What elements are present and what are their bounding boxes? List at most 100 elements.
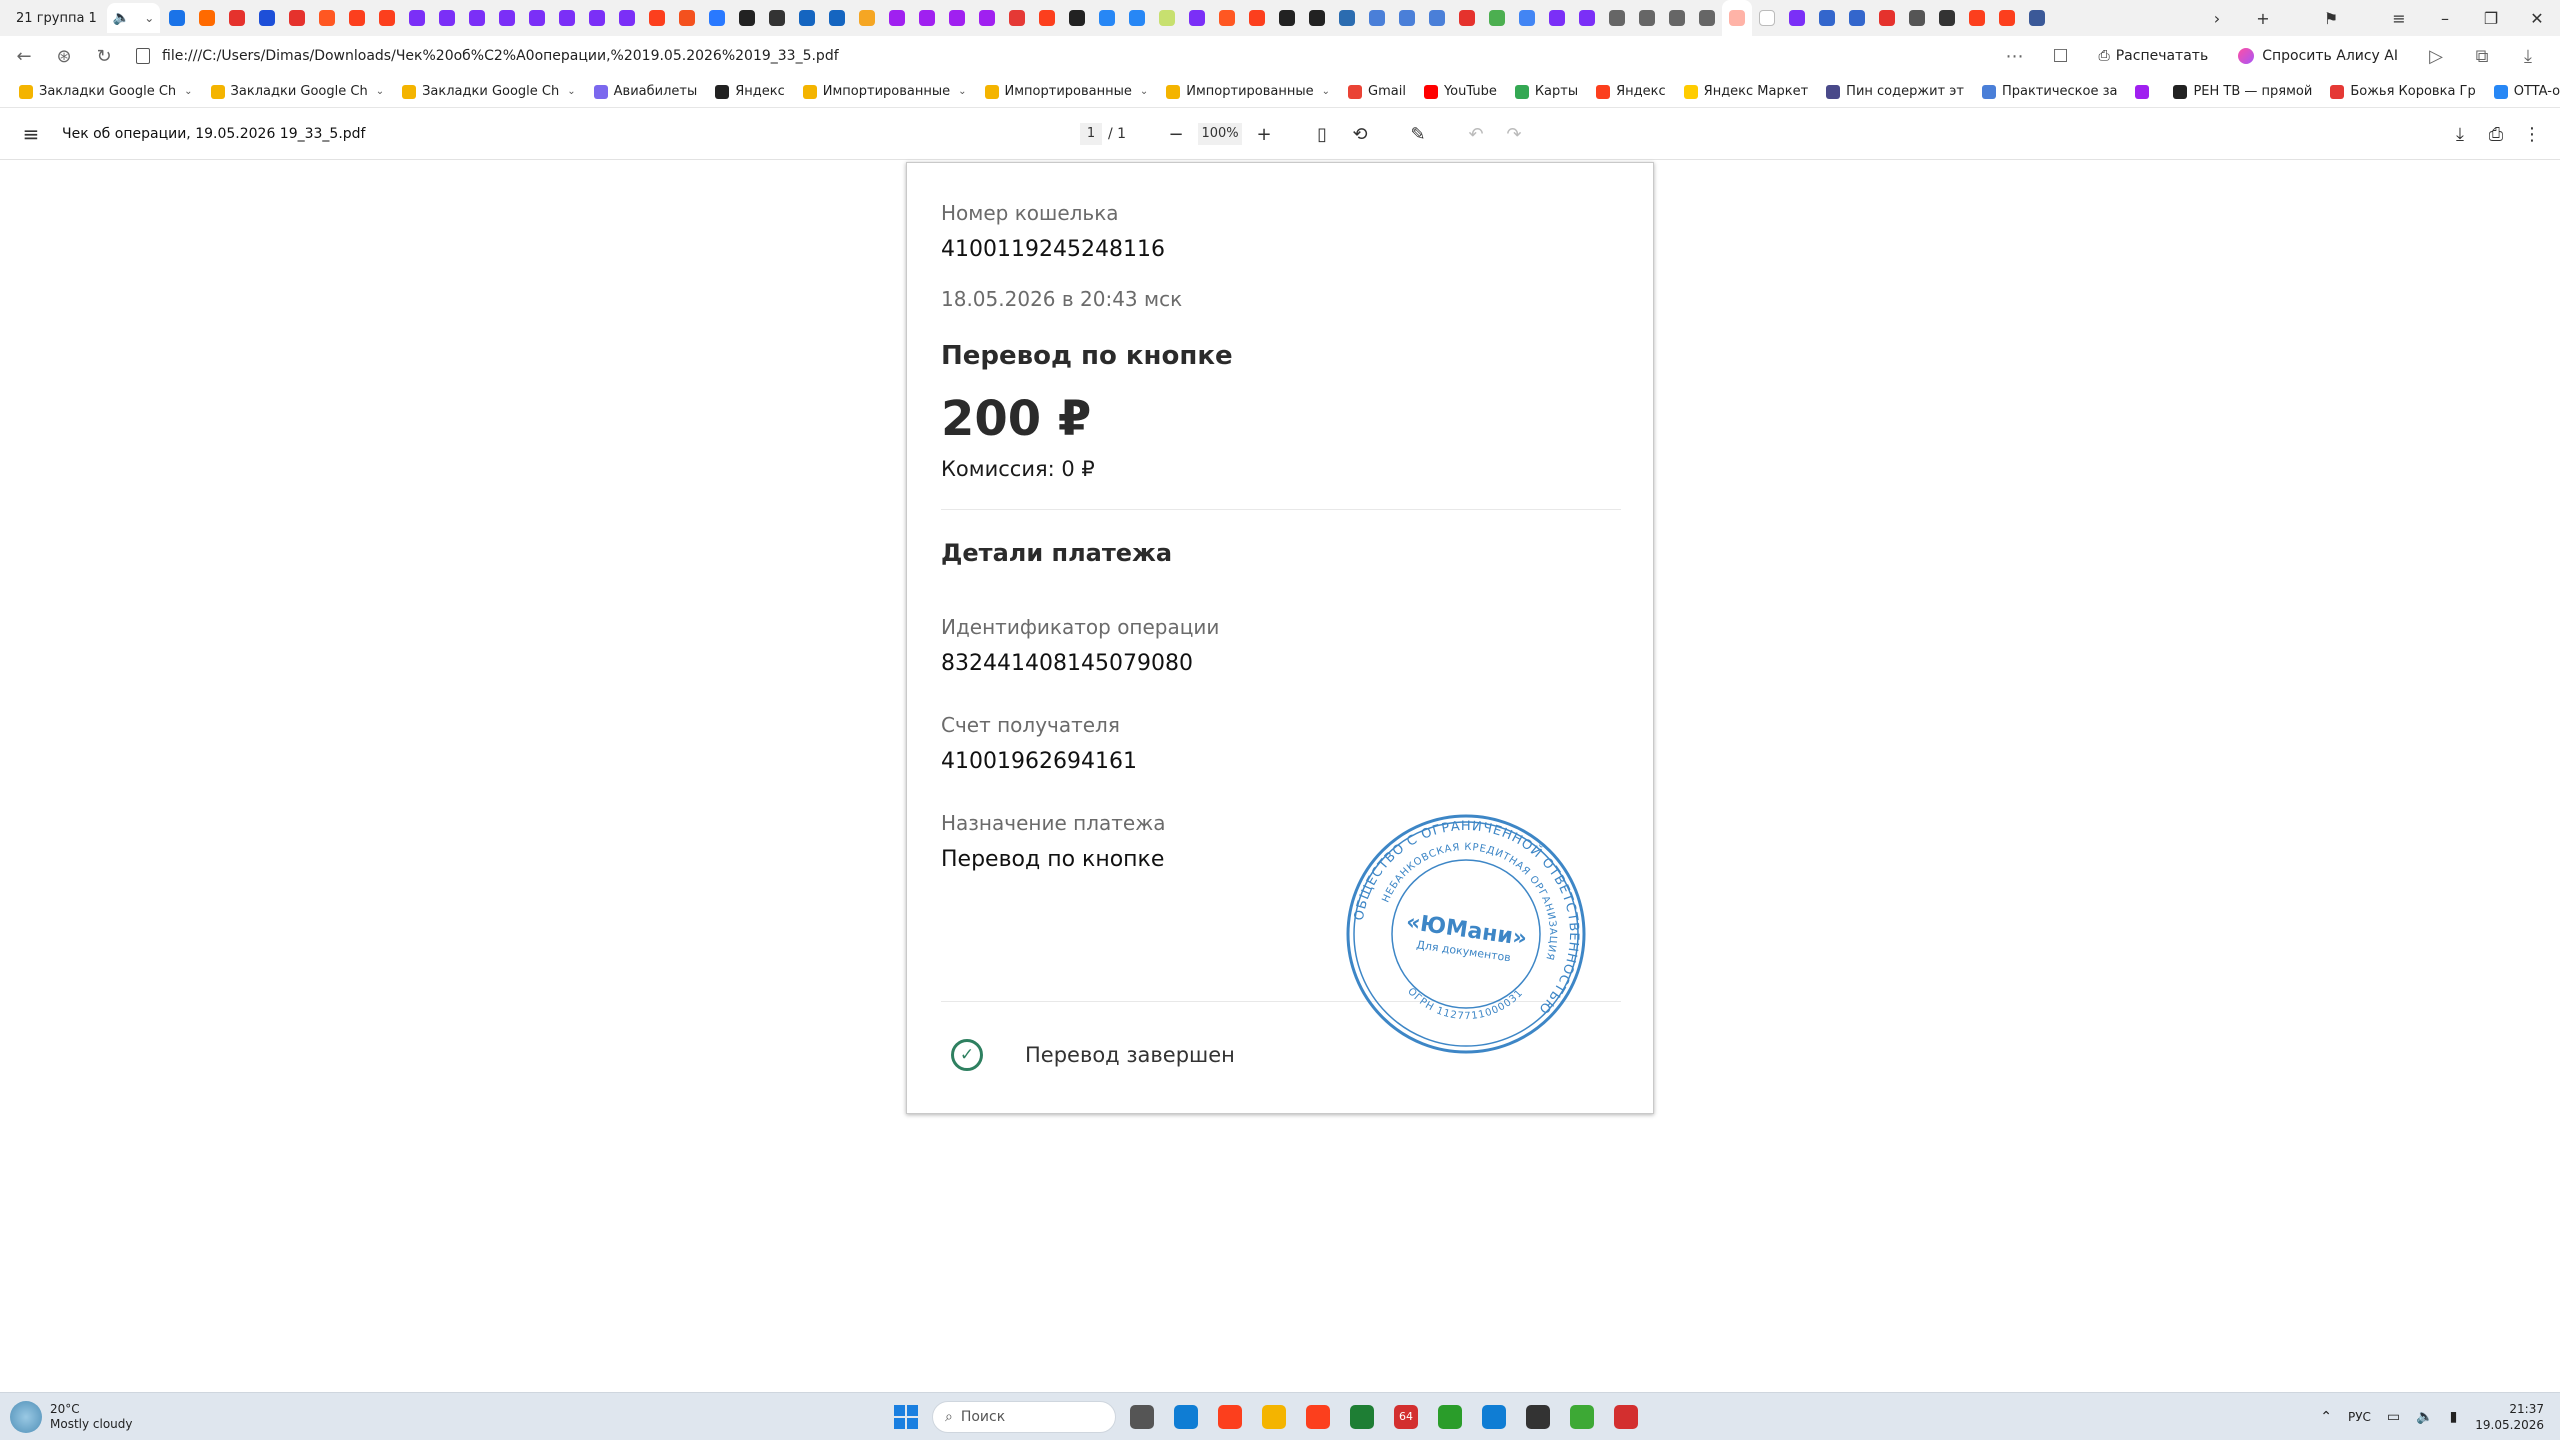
pinned-tab[interactable] (462, 0, 492, 36)
pinned-tab[interactable] (492, 0, 522, 36)
save-icon[interactable]: ⤓ (2444, 118, 2476, 150)
pinned-tab[interactable] (702, 0, 732, 36)
annotate-icon[interactable]: ✎ (1402, 118, 1434, 150)
taskbar-app[interactable] (1168, 1397, 1204, 1437)
taskbar-app[interactable] (1300, 1397, 1336, 1437)
pinned-tab[interactable] (822, 0, 852, 36)
zoom-out-icon[interactable]: − (1160, 118, 1192, 150)
pinned-tab[interactable] (1692, 0, 1722, 36)
protect-icon[interactable]: ⊛ (44, 36, 84, 76)
print-button[interactable]: ⎙ Распечатать (2087, 41, 2221, 71)
pinned-tab[interactable] (1842, 0, 1872, 36)
pinned-tab[interactable] (522, 0, 552, 36)
bookmark-item[interactable]: Закладки Google Ch ⌄ (202, 84, 394, 99)
pinned-tab[interactable] (1992, 0, 2022, 36)
pinned-tab[interactable] (1392, 0, 1422, 36)
bookmark-item[interactable]: Закладки Google Ch ⌄ (10, 84, 202, 99)
bookmark-item[interactable] (2126, 84, 2164, 99)
pinned-tab[interactable] (1812, 0, 1842, 36)
taskbar-app[interactable] (1212, 1397, 1248, 1437)
pinned-tab[interactable] (1422, 0, 1452, 36)
pinned-tab[interactable] (552, 0, 582, 36)
pinned-tab[interactable] (732, 0, 762, 36)
pinned-tab[interactable] (1302, 0, 1332, 36)
rotate-icon[interactable]: ⟲ (1344, 118, 1376, 150)
pinned-tab[interactable] (1212, 0, 1242, 36)
bookmark-item[interactable]: Закладки Google Ch ⌄ (393, 84, 585, 99)
pinned-tab[interactable] (612, 0, 642, 36)
tab-audio[interactable]: 🔈 ⌄ (106, 3, 161, 33)
pinned-tab[interactable] (1512, 0, 1542, 36)
restore-button[interactable]: ❐ (2468, 0, 2514, 36)
pinned-tab[interactable] (1242, 0, 1272, 36)
pinned-tab[interactable] (1362, 0, 1392, 36)
pinned-tab[interactable] (1752, 0, 1782, 36)
pinned-tab[interactable] (1452, 0, 1482, 36)
pinned-tab[interactable] (1602, 0, 1632, 36)
pinned-tab[interactable] (1062, 0, 1092, 36)
pinned-tab[interactable] (1632, 0, 1662, 36)
scroll-tabs-right-icon[interactable]: › (2194, 0, 2240, 36)
taskbar-app[interactable] (1564, 1397, 1600, 1437)
pinned-tab[interactable] (402, 0, 432, 36)
close-window-button[interactable]: ✕ (2514, 0, 2560, 36)
pinned-tab[interactable] (582, 0, 612, 36)
pinned-tab[interactable] (162, 0, 192, 36)
taskbar-app[interactable] (1476, 1397, 1512, 1437)
pinned-tab[interactable] (942, 0, 972, 36)
chevron-down-icon[interactable]: ⌄ (144, 11, 154, 25)
url-field[interactable]: file:///C:/Users/Dimas/Downloads/Чек%20о… (124, 40, 1995, 72)
pinned-tab[interactable] (762, 0, 792, 36)
pinned-tab[interactable] (1182, 0, 1212, 36)
pinned-tab[interactable] (912, 0, 942, 36)
tab-group-chip[interactable]: 21 группа 1 (8, 5, 105, 31)
pdf-viewer[interactable]: Номер кошелька 4100119245248116 18.05.20… (0, 160, 2560, 1392)
new-tab-button[interactable]: + (2240, 0, 2286, 36)
reload-icon[interactable]: ↻ (84, 36, 124, 76)
hamburger-icon[interactable]: ≡ (0, 108, 62, 160)
weather-widget[interactable]: 20°C Mostly cloudy (10, 1400, 210, 1433)
zoom-in-icon[interactable]: + (1248, 118, 1280, 150)
pinned-tab[interactable] (1272, 0, 1302, 36)
pinned-tab[interactable] (642, 0, 672, 36)
zoom-input[interactable]: 100% (1198, 123, 1243, 145)
pinned-tab[interactable] (1122, 0, 1152, 36)
bookmark-item[interactable]: Карты (1506, 84, 1587, 99)
pinned-tab[interactable] (1572, 0, 1602, 36)
pinned-tab[interactable] (852, 0, 882, 36)
pinned-tab[interactable] (1482, 0, 1512, 36)
bookmark-item[interactable]: OTTA-orchestra... (2485, 84, 2560, 99)
collections-icon[interactable]: ⧉ (2462, 36, 2502, 76)
pinned-tab[interactable] (192, 0, 222, 36)
show-hidden-icon[interactable]: ⌃ (2312, 1409, 2340, 1425)
minimize-button[interactable]: – (2422, 0, 2468, 36)
bookmark-item[interactable]: Практическое за (1973, 84, 2127, 99)
volume-icon[interactable]: 🔈 (2408, 1409, 2441, 1425)
pinned-tab[interactable] (1152, 0, 1182, 36)
pinned-tab[interactable] (1332, 0, 1362, 36)
bookmark-item[interactable]: РЕН ТВ — прямой (2164, 84, 2321, 99)
redo-icon[interactable]: ↷ (1498, 118, 1530, 150)
pinned-tab[interactable] (1962, 0, 1992, 36)
more-icon[interactable]: ⋯ (1995, 36, 2035, 76)
taskbar-app[interactable]: 64 (1388, 1397, 1424, 1437)
pinned-tab[interactable] (1932, 0, 1962, 36)
taskbar-app[interactable] (1608, 1397, 1644, 1437)
extension-icon[interactable]: ⚑ (2286, 0, 2376, 36)
pinned-tab[interactable] (432, 0, 462, 36)
taskbar-app[interactable] (1344, 1397, 1380, 1437)
pinned-tab[interactable] (1542, 0, 1572, 36)
bookmark-icon[interactable]: ☐ (2041, 36, 2081, 76)
start-button[interactable] (888, 1397, 924, 1437)
taskbar-app[interactable] (1256, 1397, 1292, 1437)
pinned-tab[interactable] (1002, 0, 1032, 36)
clock[interactable]: 21:37 19.05.2026 (2465, 1401, 2560, 1433)
taskbar-app[interactable] (1124, 1397, 1160, 1437)
pinned-tab[interactable] (882, 0, 912, 36)
pinned-tab[interactable] (342, 0, 372, 36)
pinned-tab[interactable] (1722, 0, 1753, 36)
bookmark-item[interactable]: Авиабилеты (585, 84, 707, 99)
pinned-tab[interactable] (282, 0, 312, 36)
pinned-tab[interactable] (372, 0, 402, 36)
fit-page-icon[interactable]: ▯ (1306, 118, 1338, 150)
